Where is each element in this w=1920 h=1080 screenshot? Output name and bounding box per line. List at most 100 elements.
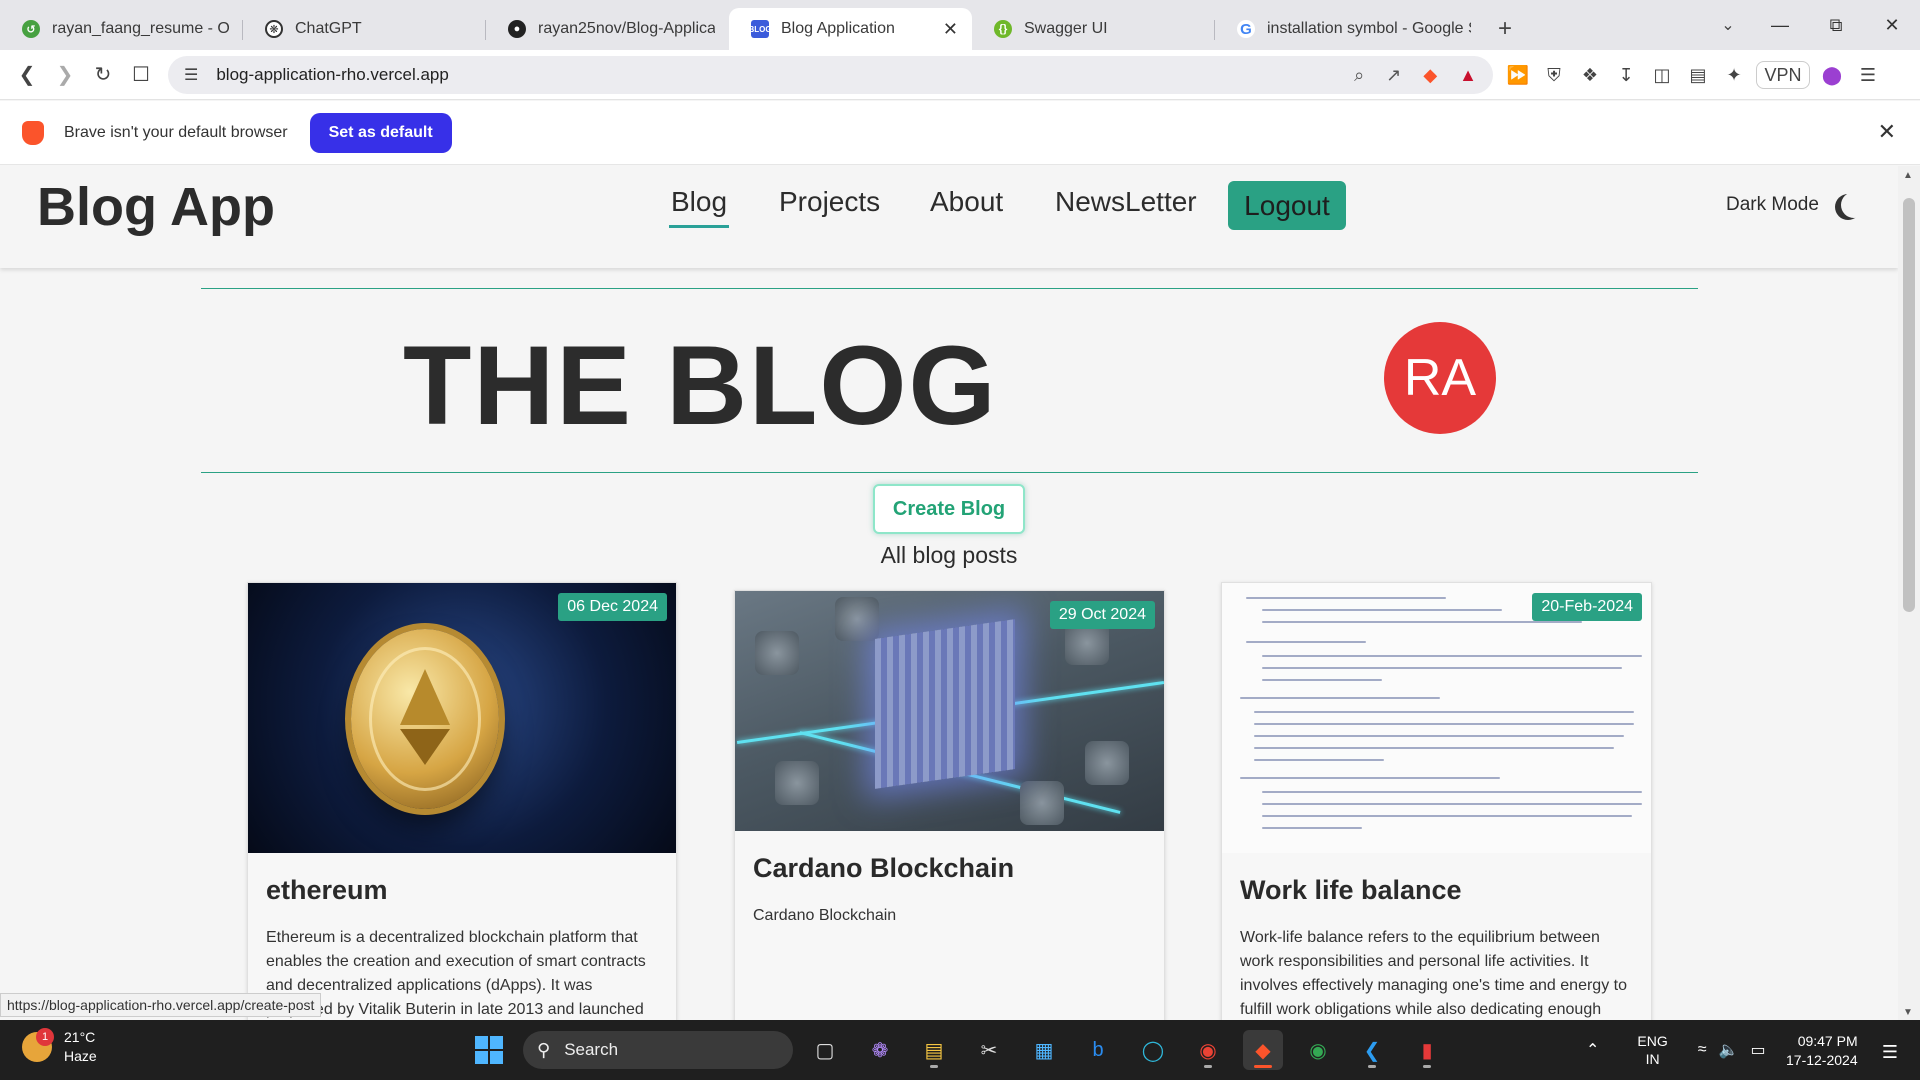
scroll-up-icon[interactable]: ▲ [1903, 170, 1913, 181]
vpn-label: VPN [1764, 64, 1802, 85]
post-description: Cardano Blockchain [753, 907, 897, 924]
all-posts-heading: All blog posts [880, 542, 1018, 568]
tab-blog-application[interactable]: BLOG Blog Application ✕ [729, 8, 972, 50]
close-infobar-icon[interactable]: ✕ [1878, 119, 1896, 145]
edge-icon[interactable]: ◯ [1133, 1030, 1173, 1070]
url-text[interactable]: blog-application-rho.vercel.app [216, 65, 1332, 85]
moon-icon [1841, 192, 1867, 218]
dark-mode-toggle[interactable]: Dark Mode [1726, 192, 1861, 218]
chrome-icon[interactable]: ◉ [1188, 1030, 1228, 1070]
chevron-up-icon[interactable]: ⌃ [1586, 1040, 1599, 1060]
post-title[interactable]: Work life balance [1240, 875, 1633, 906]
blog-card-ethereum[interactable]: 06 Dec 2024 ethereum Ethereum is a decen… [247, 582, 677, 1020]
post-description: Ethereum is a decentralized blockchain p… [266, 929, 646, 1018]
reload-icon[interactable]: ↻ [84, 56, 122, 94]
tab-google-search[interactable]: G installation symbol - Google Se [1215, 8, 1485, 50]
media-play-icon[interactable]: ⏩ [1500, 57, 1536, 93]
microsoft-store-icon[interactable]: ▦ [1024, 1030, 1064, 1070]
chrome-profile-icon[interactable]: ◉ [1298, 1030, 1338, 1070]
copilot-icon[interactable]: ❁ [860, 1030, 900, 1070]
system-tray: ⌃ ENG IN ≈ 🔈 ▭ [1586, 1020, 1766, 1080]
task-view-icon[interactable]: ▢ [805, 1030, 845, 1070]
blog-card-cardano[interactable]: 29 Oct 2024 Cardano Blockchain Cardano B… [734, 590, 1165, 1020]
battery-icon[interactable]: ▭ [1750, 1040, 1765, 1060]
windows-taskbar: 1 21°C Haze ⚲ Search ▢ ❁ ▤ ✂ ▦ b ◯ ◉ ◆ ◉… [0, 1020, 1920, 1080]
dark-mode-label: Dark Mode [1726, 194, 1819, 215]
google-icon: G [1237, 20, 1255, 38]
post-date-badge: 20-Feb-2024 [1532, 593, 1642, 621]
nav-about[interactable]: About [930, 186, 1003, 218]
tab-search-chevron-icon[interactable]: ⌄ [1712, 8, 1744, 42]
site-brand[interactable]: Blog App [37, 176, 275, 238]
site-settings-icon[interactable]: ☰ [184, 65, 198, 85]
system-clock[interactable]: 09:47 PM 17-12-2024 [1786, 1032, 1858, 1070]
post-image: 06 Dec 2024 [248, 583, 676, 853]
tab-title: installation symbol - Google Se [1267, 20, 1471, 37]
profile-icon[interactable]: ⬤ [1814, 57, 1850, 93]
taskbar-search[interactable]: ⚲ Search [523, 1031, 793, 1069]
snipping-tool-icon[interactable]: ✂ [969, 1030, 1009, 1070]
close-tab-icon[interactable]: ✕ [943, 19, 958, 40]
tab-title: ChatGPT [295, 20, 362, 37]
brave-rewards-icon[interactable]: ▲ [1459, 65, 1477, 86]
leo-ai-icon[interactable]: ✦ [1716, 57, 1752, 93]
bing-icon[interactable]: b [1078, 1030, 1118, 1070]
scroll-down-icon[interactable]: ▼ [1903, 1007, 1913, 1018]
scrollbar-thumb[interactable] [1903, 198, 1915, 612]
tab-overleaf[interactable]: ↺ rayan_faang_resume - Online L [0, 8, 243, 50]
zoom-icon[interactable]: ⌕ [1354, 65, 1364, 86]
shield-icon[interactable]: ⛨ [1536, 57, 1572, 93]
set-as-default-button[interactable]: Set as default [309, 112, 452, 153]
share-icon[interactable]: ↗ [1386, 65, 1401, 86]
start-button[interactable] [469, 1030, 509, 1070]
brave-icon[interactable]: ◆ [1243, 1030, 1283, 1070]
restore-icon[interactable]: ⧉ [1808, 0, 1864, 50]
wifi-icon[interactable]: ≈ [1698, 1041, 1707, 1059]
ethereum-logo-icon [400, 669, 450, 765]
address-bar[interactable]: ☰ blog-application-rho.vercel.app ⌕ ↗ ◆ … [168, 56, 1493, 94]
page-scrollbar[interactable]: ▲ ▼ [1898, 166, 1920, 1020]
avatar[interactable]: RA [1384, 322, 1496, 434]
back-icon[interactable]: ❮ [8, 56, 46, 94]
blog-favicon: BLOG [748, 20, 772, 38]
new-tab-button[interactable]: + [1485, 8, 1525, 50]
lang-code: ENG [1637, 1033, 1668, 1049]
browser-tab-strip: ↺ rayan_faang_resume - Online L ❋ ChatGP… [0, 0, 1920, 50]
nav-projects[interactable]: Projects [779, 186, 880, 218]
blog-card-work-life-balance[interactable]: 20-Feb-2024 Work life balance Work-life … [1221, 582, 1652, 1020]
post-image: 29 Oct 2024 [735, 591, 1164, 831]
tab-chatgpt[interactable]: ❋ ChatGPT [243, 8, 486, 50]
create-blog-button[interactable]: Create Blog [873, 484, 1025, 534]
search-icon: ⚲ [537, 1039, 551, 1060]
bookmark-icon[interactable]: ☐ [122, 56, 160, 94]
acrobat-icon[interactable]: ▮ [1407, 1030, 1447, 1070]
brave-shields-icon[interactable]: ◆ [1423, 65, 1437, 86]
logout-button[interactable]: Logout [1228, 181, 1346, 230]
blockchain-cube-image [875, 619, 1015, 789]
vscode-icon[interactable]: ❮ [1352, 1030, 1392, 1070]
tab-swagger[interactable]: {} Swagger UI [972, 8, 1215, 50]
post-title[interactable]: ethereum [266, 875, 658, 906]
download-icon[interactable]: ↧ [1608, 57, 1644, 93]
vpn-button[interactable]: VPN [1756, 61, 1810, 89]
hero-bottom-rule [201, 472, 1698, 473]
wallet-icon[interactable]: ▤ [1680, 57, 1716, 93]
nav-blog[interactable]: Blog [668, 186, 730, 228]
brave-lion-icon [22, 120, 44, 145]
forward-icon[interactable]: ❯ [46, 56, 84, 94]
extensions-icon[interactable]: ❖ [1572, 57, 1608, 93]
file-explorer-icon[interactable]: ▤ [914, 1030, 954, 1070]
nav-newsletter[interactable]: NewsLetter [1055, 186, 1197, 218]
close-window-icon[interactable]: ✕ [1864, 0, 1920, 50]
menu-icon[interactable]: ☰ [1850, 57, 1886, 93]
minimize-icon[interactable]: — [1752, 0, 1808, 50]
weather-widget[interactable]: 1 21°C Haze [22, 1028, 97, 1066]
notifications-icon[interactable]: ☰ [1870, 1032, 1910, 1072]
volume-icon[interactable]: 🔈 [1719, 1040, 1739, 1060]
github-icon: ● [508, 20, 526, 38]
tab-github[interactable]: ● rayan25nov/Blog-Application [486, 8, 729, 50]
post-title[interactable]: Cardano Blockchain [753, 853, 1146, 884]
language-indicator[interactable]: ENG IN [1637, 1032, 1667, 1068]
sidebar-icon[interactable]: ◫ [1644, 57, 1680, 93]
overleaf-icon: ↺ [22, 20, 40, 38]
